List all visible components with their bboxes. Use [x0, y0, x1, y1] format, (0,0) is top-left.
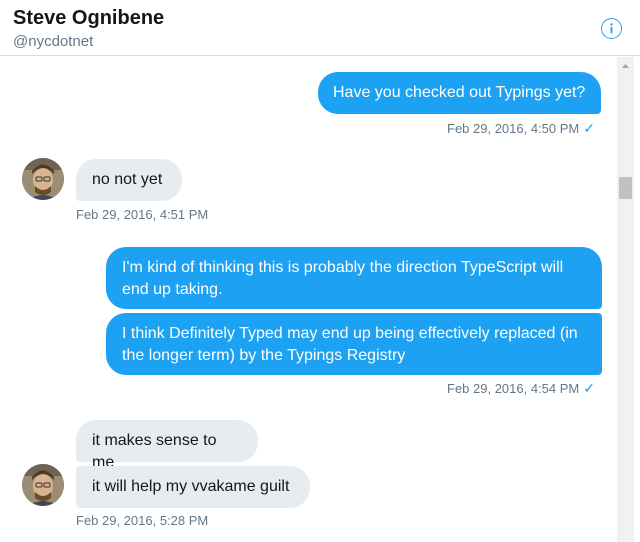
- avatar[interactable]: [22, 158, 64, 200]
- contact-name[interactable]: Steve Ognibene: [13, 7, 164, 30]
- message-text: no not yet: [92, 171, 163, 188]
- message-timestamp: Feb 29, 2016, 4:51 PM: [76, 207, 209, 222]
- message-bubble-outgoing[interactable]: Have you checked out Typings yet?: [318, 72, 601, 114]
- contact-handle[interactable]: @nycdotnet: [13, 33, 93, 50]
- scrollbar[interactable]: [617, 57, 634, 542]
- conversation-header: Steve Ognibene @nycdotnet: [0, 0, 640, 56]
- message-bubble-outgoing[interactable]: I'm kind of thinking this is probably th…: [106, 247, 602, 309]
- message-bubble-incoming[interactable]: it will help my vvakame guilt: [76, 466, 310, 508]
- message-list: Have you checked out Typings yet? Feb 29…: [0, 57, 640, 542]
- message-text: Have you checked out Typings yet?: [333, 84, 586, 101]
- checkmark-icon: ✓: [583, 120, 595, 136]
- message-bubble-outgoing[interactable]: I think Definitely Typed may end up bein…: [106, 313, 602, 375]
- scroll-up-arrow-icon[interactable]: [617, 59, 634, 71]
- message-text: it will help my vvakame guilt: [92, 478, 290, 495]
- message-text: I think Definitely Typed may end up bein…: [122, 325, 578, 364]
- checkmark-icon: ✓: [583, 380, 595, 396]
- message-timestamp: Feb 29, 2016, 4:50 PM ✓: [447, 120, 595, 136]
- info-icon[interactable]: [601, 18, 622, 39]
- avatar[interactable]: [22, 464, 64, 506]
- message-timestamp: Feb 29, 2016, 5:28 PM: [76, 513, 209, 528]
- message-timestamp: Feb 29, 2016, 4:54 PM ✓: [447, 380, 595, 396]
- scrollbar-thumb[interactable]: [619, 177, 632, 199]
- message-bubble-incoming[interactable]: no not yet: [76, 159, 182, 201]
- message-text: I'm kind of thinking this is probably th…: [122, 259, 564, 298]
- message-bubble-incoming[interactable]: it makes sense to me: [76, 420, 258, 471]
